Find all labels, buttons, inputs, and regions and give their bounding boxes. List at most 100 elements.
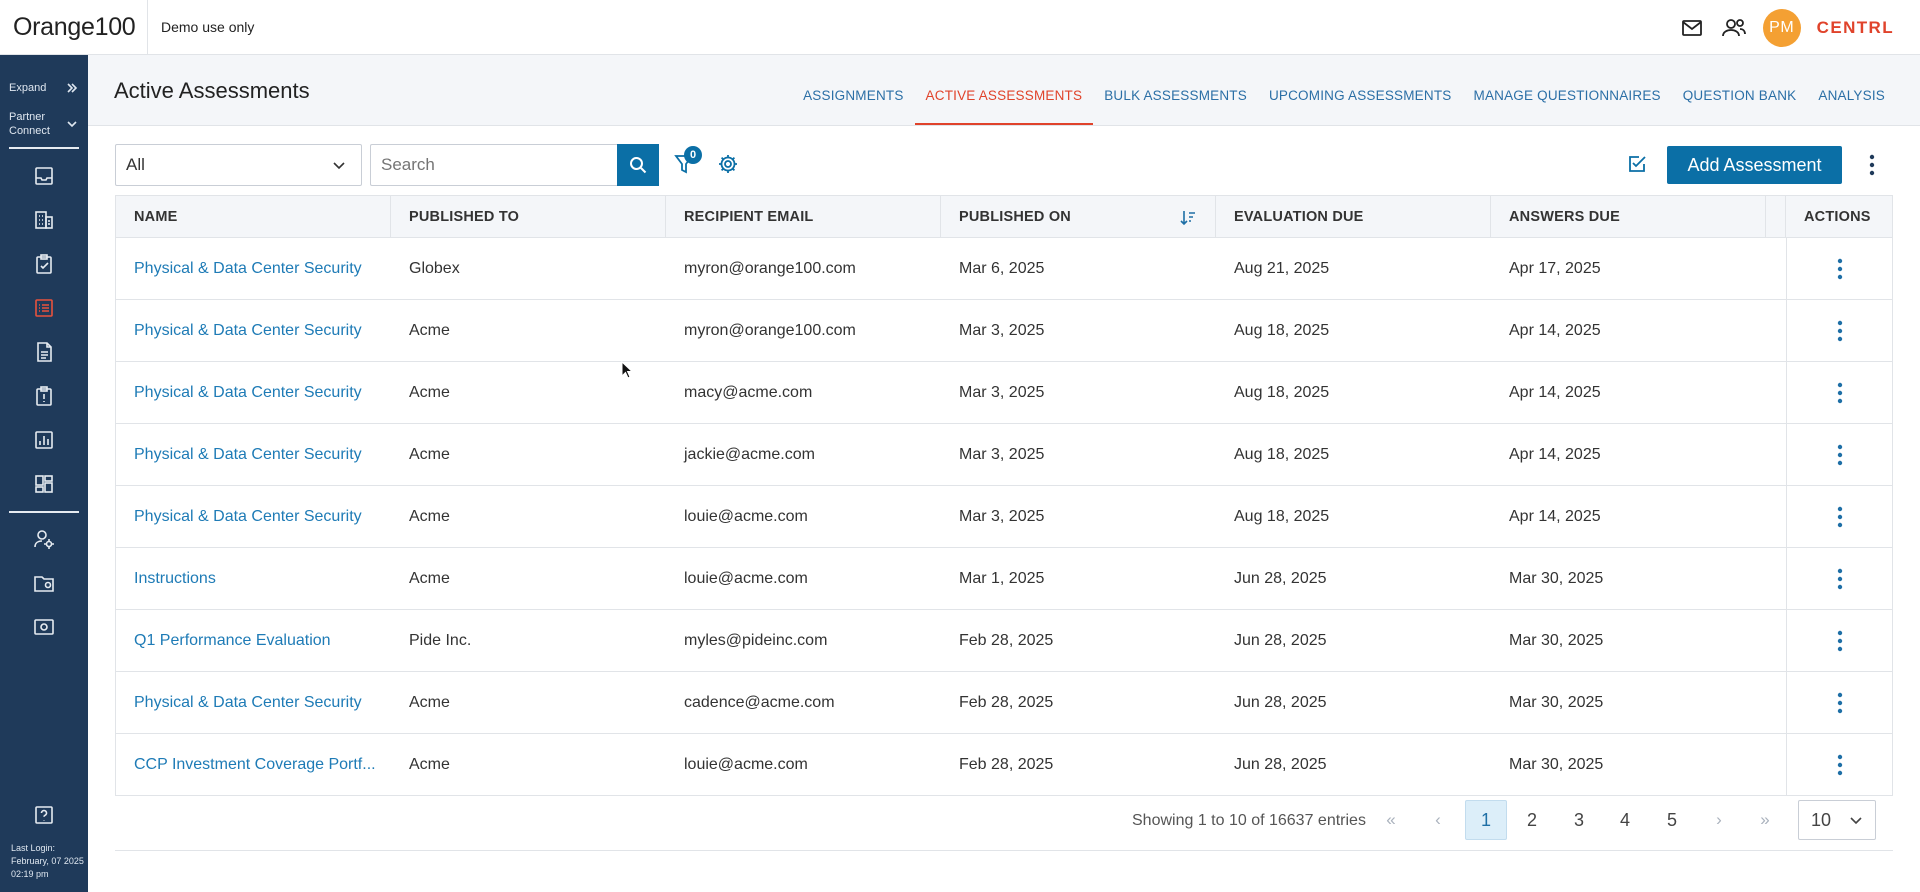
column-header-evaluation-due[interactable]: EVALUATION DUE: [1216, 196, 1491, 238]
table-row[interactable]: Instructions Acme louie@acme.com Mar 1, 202…: [115, 548, 1893, 610]
row-actions-icon[interactable]: [1837, 258, 1843, 280]
mouse-cursor-icon: [621, 361, 633, 379]
page-button-3[interactable]: 3: [1558, 800, 1600, 840]
search-input[interactable]: [381, 155, 611, 175]
mail-icon[interactable]: [1679, 15, 1705, 41]
column-header-answers-due[interactable]: ANSWERS DUE: [1491, 196, 1766, 238]
prev-page-button[interactable]: ‹: [1417, 800, 1459, 840]
row-actions-icon[interactable]: [1837, 692, 1843, 714]
column-header-name[interactable]: NAME: [116, 196, 391, 238]
row-actions-cell: [1786, 672, 1892, 733]
page-size-select[interactable]: 10: [1798, 800, 1876, 840]
tab-upcoming-assessments[interactable]: UPCOMING ASSESSMENTS: [1258, 74, 1463, 126]
building-icon[interactable]: [30, 206, 58, 234]
search-button[interactable]: [617, 144, 659, 186]
table-row[interactable]: Physical & Data Center Security Acme myron…: [115, 300, 1893, 362]
assessments-table: NAME PUBLISHED TO RECIPIENT EMAIL PUBLIS…: [115, 195, 1893, 796]
filter-select[interactable]: All: [115, 144, 362, 186]
page-button-1[interactable]: 1: [1465, 800, 1507, 840]
row-actions-icon[interactable]: [1837, 444, 1843, 466]
tab-bulk-assessments[interactable]: BULK ASSESSMENTS: [1093, 74, 1258, 126]
double-chevron-right-icon: [67, 83, 78, 93]
tab-active-assessments[interactable]: ACTIVE ASSESSMENTS: [914, 74, 1094, 126]
row-published-on: Mar 3, 2025: [959, 321, 1045, 339]
row-published-on: Mar 6, 2025: [959, 259, 1045, 277]
table-row[interactable]: CCP Investment Coverage Portf... Acme loui…: [115, 734, 1893, 796]
table-row[interactable]: Q1 Performance Evaluation Pide Inc. myles@…: [115, 610, 1893, 672]
row-actions-cell: [1786, 362, 1892, 423]
row-published-to: Acme: [409, 445, 450, 463]
row-actions-icon[interactable]: [1837, 382, 1843, 404]
row-published-to: Pide Inc.: [409, 631, 472, 649]
tab-question-bank[interactable]: QUESTION BANK: [1672, 74, 1808, 126]
column-spacer: [1766, 196, 1786, 238]
next-page-button[interactable]: ›: [1698, 800, 1740, 840]
row-name-link[interactable]: Physical & Data Center Security: [116, 362, 391, 423]
column-header-recipient-email[interactable]: RECIPIENT EMAIL: [666, 196, 941, 238]
bulk-select-icon[interactable]: [1625, 152, 1649, 176]
clipboard-alert-icon[interactable]: [30, 382, 58, 410]
tab-assignments[interactable]: ASSIGNMENTS: [792, 74, 914, 126]
row-recipient-email: myron@orange100.com: [684, 321, 856, 339]
sort-descending-icon[interactable]: [1179, 209, 1197, 227]
sidebar: Expand Partner Connect Last Login: Febru…: [0, 55, 88, 892]
column-header-published-to[interactable]: PUBLISHED TO: [391, 196, 666, 238]
column-header-published-on[interactable]: PUBLISHED ON: [941, 196, 1216, 238]
row-name-link[interactable]: Physical & Data Center Security: [116, 424, 391, 485]
gear-icon[interactable]: [716, 152, 740, 176]
chevron-down-icon: [67, 121, 77, 128]
last-page-button[interactable]: »: [1744, 800, 1786, 840]
dashboard-icon[interactable]: [30, 470, 58, 498]
row-name-link[interactable]: Physical & Data Center Security: [116, 238, 391, 299]
row-name-link[interactable]: Q1 Performance Evaluation: [116, 610, 391, 671]
row-name-link[interactable]: Physical & Data Center Security: [116, 486, 391, 547]
clipboard-check-icon[interactable]: [30, 250, 58, 278]
help-icon[interactable]: [30, 801, 58, 829]
sidebar-partner-connect[interactable]: Partner Connect: [9, 110, 79, 138]
list-icon[interactable]: [30, 294, 58, 322]
screen-settings-icon[interactable]: [30, 613, 58, 641]
user-avatar[interactable]: PM: [1762, 8, 1801, 47]
demo-label: Demo use only: [161, 19, 255, 35]
table-row[interactable]: Physical & Data Center Security Acme jacki…: [115, 424, 1893, 486]
row-evaluation-due: Aug 18, 2025: [1234, 445, 1330, 463]
report-icon[interactable]: [30, 426, 58, 454]
page-button-2[interactable]: 2: [1511, 800, 1553, 840]
page-button-4[interactable]: 4: [1604, 800, 1646, 840]
table-row[interactable]: Physical & Data Center Security Acme caden…: [115, 672, 1893, 734]
row-name-link[interactable]: Instructions: [116, 548, 391, 609]
sidebar-divider: [9, 511, 79, 513]
sidebar-expand[interactable]: Expand: [9, 81, 79, 95]
row-actions-icon[interactable]: [1837, 506, 1843, 528]
table-row[interactable]: Physical & Data Center Security Globex myr…: [115, 238, 1893, 300]
page-button-5[interactable]: 5: [1651, 800, 1693, 840]
row-actions-icon[interactable]: [1837, 754, 1843, 776]
row-evaluation-due: Jun 28, 2025: [1234, 755, 1327, 773]
row-actions-icon[interactable]: [1837, 568, 1843, 590]
tab-manage-questionnaires[interactable]: MANAGE QUESTIONNAIRES: [1463, 74, 1672, 126]
row-actions-icon[interactable]: [1837, 320, 1843, 342]
row-actions-icon[interactable]: [1837, 630, 1843, 652]
more-options-icon[interactable]: [1860, 152, 1884, 178]
document-icon[interactable]: [30, 338, 58, 366]
topbar-right: PM CENTRL: [1679, 0, 1894, 55]
folder-settings-icon[interactable]: [30, 569, 58, 597]
row-name-link[interactable]: CCP Investment Coverage Portf...: [116, 734, 391, 795]
table-row[interactable]: Physical & Data Center Security Acme macy@…: [115, 362, 1893, 424]
search-field[interactable]: [370, 144, 618, 186]
users-icon[interactable]: [1721, 15, 1747, 41]
user-settings-icon[interactable]: [30, 525, 58, 553]
first-page-button[interactable]: «: [1370, 800, 1412, 840]
inbox-icon[interactable]: [30, 162, 58, 190]
row-published-on: Mar 3, 2025: [959, 507, 1045, 525]
row-name-link[interactable]: Physical & Data Center Security: [116, 672, 391, 733]
table-header: NAME PUBLISHED TO RECIPIENT EMAIL PUBLIS…: [115, 195, 1893, 238]
row-published-on: Mar 1, 2025: [959, 569, 1045, 587]
table-row[interactable]: Physical & Data Center Security Acme louie…: [115, 486, 1893, 548]
brand-logo[interactable]: Orange100: [0, 0, 148, 55]
chevron-down-icon: [1850, 817, 1862, 825]
add-assessment-button[interactable]: Add Assessment: [1667, 146, 1842, 184]
row-name-link[interactable]: Physical & Data Center Security: [116, 300, 391, 361]
tab-analysis[interactable]: ANALYSIS: [1807, 74, 1896, 126]
page-size-value: 10: [1811, 809, 1832, 830]
